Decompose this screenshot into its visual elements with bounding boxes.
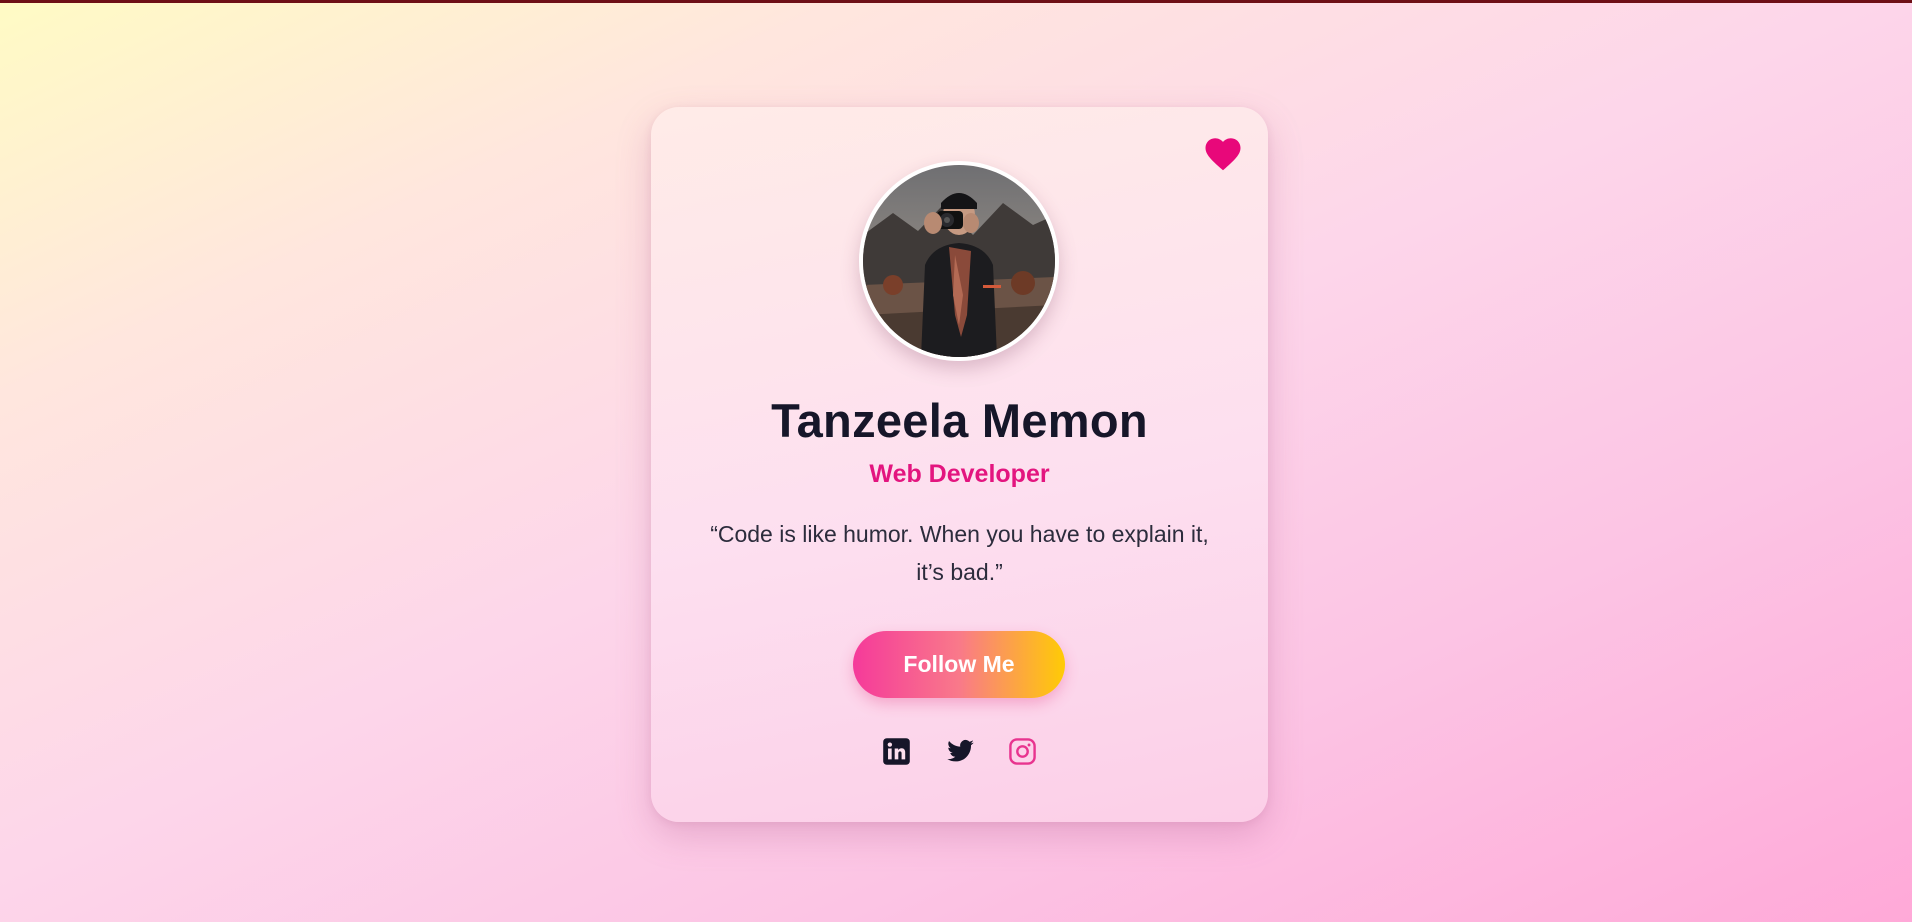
avatar — [859, 161, 1059, 361]
social-links — [651, 737, 1268, 771]
linkedin-icon[interactable] — [882, 737, 911, 766]
profile-photo — [863, 165, 1055, 357]
profile-quote: “Code is like humor. When you have to ex… — [710, 521, 1209, 585]
profile-card: Tanzeela Memon Web Developer “Code is li… — [651, 107, 1268, 822]
heart-icon[interactable] — [1202, 133, 1244, 175]
instagram-icon[interactable] — [1008, 737, 1037, 766]
follow-button[interactable]: Follow Me — [853, 631, 1065, 698]
profile-role: Web Developer — [869, 460, 1050, 488]
browser-top-edge — [0, 0, 1912, 3]
profile-name: Tanzeela Memon — [771, 394, 1148, 447]
twitter-icon[interactable] — [945, 737, 974, 766]
